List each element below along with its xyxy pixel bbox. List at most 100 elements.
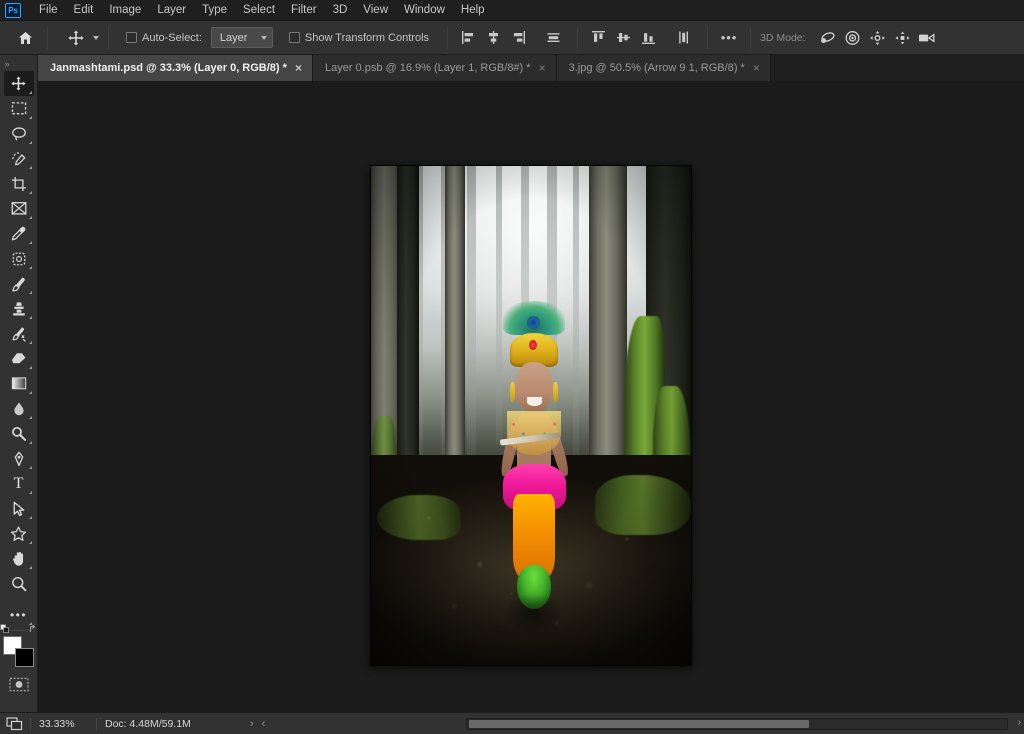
current-tool-button[interactable] xyxy=(62,26,90,50)
clone-stamp-icon xyxy=(12,301,25,315)
type-tool[interactable]: T xyxy=(4,471,34,496)
color-swatches: ↱ xyxy=(0,624,37,668)
custom-shape-tool[interactable] xyxy=(4,521,34,546)
auto-select-scope-value: Layer xyxy=(219,31,248,44)
align-vertical-centers-button[interactable] xyxy=(612,27,634,49)
root-moss-right xyxy=(595,475,691,536)
hand-icon xyxy=(12,551,23,566)
dropdown-chevron-down-icon xyxy=(260,35,267,40)
pen-tool[interactable] xyxy=(4,446,34,471)
orbit-3d-icon xyxy=(820,31,835,43)
status-expand-arrow-icon[interactable]: › xyxy=(246,718,258,730)
status-collapse-arrow-icon[interactable]: ‹ xyxy=(258,718,270,730)
pan-3d-button[interactable] xyxy=(866,27,889,49)
lasso-tool[interactable] xyxy=(4,121,34,146)
align-bottom-edges-button[interactable] xyxy=(637,27,659,49)
tab-label: Janmashtami.psd @ 33.3% (Layer 0, RGB/8)… xyxy=(50,62,287,74)
options-bar: Auto-Select: Layer Show Transform Contro… xyxy=(0,21,1024,55)
orbit-3d-button[interactable] xyxy=(816,27,839,49)
auto-select-group[interactable]: Auto-Select: xyxy=(126,32,202,44)
eyedropper-tool[interactable] xyxy=(4,221,34,246)
rectangular-marquee-tool[interactable] xyxy=(4,96,34,121)
horizontal-scrollbar[interactable] xyxy=(466,717,1008,730)
history-brush-tool[interactable] xyxy=(4,321,34,346)
zoom-level-field[interactable]: 33.33% xyxy=(30,717,96,730)
menu-view[interactable]: View xyxy=(355,1,396,20)
document-tab-3jpg[interactable]: 3.jpg @ 50.5% (Arrow 9 1, RGB/8) * × xyxy=(556,55,771,81)
scrollbar-thumb[interactable] xyxy=(469,719,809,728)
menu-help[interactable]: Help xyxy=(453,1,493,20)
move-icon xyxy=(11,76,26,91)
home-icon xyxy=(18,31,32,44)
slide-3d-button[interactable] xyxy=(891,27,914,49)
show-transform-checkbox[interactable] xyxy=(288,32,300,43)
document-canvas[interactable] xyxy=(371,166,691,665)
crop-tool[interactable] xyxy=(4,171,34,196)
swap-colors-icon[interactable]: ↱ xyxy=(28,624,36,635)
align-right-edges-button[interactable] xyxy=(507,27,529,49)
align-left-edges-button[interactable] xyxy=(457,27,479,49)
canvas-work-area[interactable] xyxy=(38,81,1024,712)
roll-3d-button[interactable] xyxy=(841,27,864,49)
menu-window[interactable]: Window xyxy=(396,1,453,20)
screen-mode-button[interactable] xyxy=(0,713,30,734)
menu-3d[interactable]: 3D xyxy=(325,1,356,20)
hand-tool[interactable] xyxy=(4,546,34,571)
camera-3d-button[interactable] xyxy=(916,27,939,49)
midground-tree xyxy=(444,166,466,496)
options-separator-5 xyxy=(707,26,709,49)
tab-label: 3.jpg @ 50.5% (Arrow 9 1, RGB/8) * xyxy=(568,62,745,74)
eraser-tool[interactable] xyxy=(4,346,34,371)
home-button[interactable] xyxy=(12,26,38,50)
gradient-tool[interactable] xyxy=(4,371,34,396)
auto-select-scope-dropdown[interactable]: Layer xyxy=(210,27,273,48)
reset-colors-icon[interactable] xyxy=(0,624,10,636)
pen-icon xyxy=(14,451,23,466)
align-top-edges-button[interactable] xyxy=(587,27,609,49)
background-tree xyxy=(467,166,476,456)
document-tab-layer0[interactable]: Layer 0.psb @ 16.9% (Layer 1, RGB/8#) * … xyxy=(312,55,557,81)
gradient-icon xyxy=(11,377,26,390)
close-icon[interactable]: × xyxy=(294,62,303,74)
show-transform-group[interactable]: Show Transform Controls xyxy=(288,32,429,44)
quick-selection-tool[interactable] xyxy=(4,146,34,171)
menu-edit[interactable]: Edit xyxy=(66,1,102,20)
scroll-right-arrow-icon[interactable]: › xyxy=(1018,717,1021,728)
blur-tool[interactable] xyxy=(4,396,34,421)
more-options-button[interactable]: ••• xyxy=(717,27,741,49)
menu-image[interactable]: Image xyxy=(101,1,149,20)
photoshop-logo-icon: Ps xyxy=(5,2,21,18)
menu-file[interactable]: File xyxy=(31,1,66,20)
document-tab-janmashtami[interactable]: Janmashtami.psd @ 33.3% (Layer 0, RGB/8)… xyxy=(38,55,313,81)
expand-toolbar-button[interactable]: » xyxy=(0,57,38,71)
clone-stamp-tool[interactable] xyxy=(4,296,34,321)
tool-preset-chevron-down-icon[interactable] xyxy=(93,35,99,40)
align-horizontal-centers-button[interactable] xyxy=(482,27,504,49)
dodge-tool[interactable] xyxy=(4,421,34,446)
close-icon[interactable]: × xyxy=(538,62,547,74)
move-tool[interactable] xyxy=(3,71,34,96)
distribute-vertical-button[interactable] xyxy=(672,27,694,49)
menu-type[interactable]: Type xyxy=(194,1,235,20)
quick-mask-mode-button[interactable] xyxy=(7,674,31,694)
path-selection-tool[interactable] xyxy=(4,496,34,521)
toolbar-divider xyxy=(7,630,30,631)
auto-select-checkbox[interactable] xyxy=(126,32,137,43)
lasso-icon xyxy=(11,126,26,140)
distribute-horizontal-button[interactable] xyxy=(542,27,564,49)
frame-tool[interactable] xyxy=(4,196,34,221)
photoshop-window: Ps File Edit Image Layer Type Select Fil… xyxy=(0,0,1024,734)
options-separator-2 xyxy=(108,26,109,49)
close-icon[interactable]: × xyxy=(752,62,761,74)
menu-filter[interactable]: Filter xyxy=(283,1,325,20)
align-horizontal-group xyxy=(457,27,529,49)
brush-icon xyxy=(11,277,25,291)
background-color-swatch[interactable] xyxy=(14,648,34,667)
pan-3d-icon xyxy=(869,30,885,45)
menu-select[interactable]: Select xyxy=(235,1,283,20)
brush-tool[interactable] xyxy=(4,271,34,296)
ellipsis-icon: ••• xyxy=(9,607,28,622)
menu-layer[interactable]: Layer xyxy=(149,1,194,20)
spot-healing-brush-tool[interactable] xyxy=(4,246,34,271)
zoom-tool[interactable] xyxy=(4,571,34,596)
